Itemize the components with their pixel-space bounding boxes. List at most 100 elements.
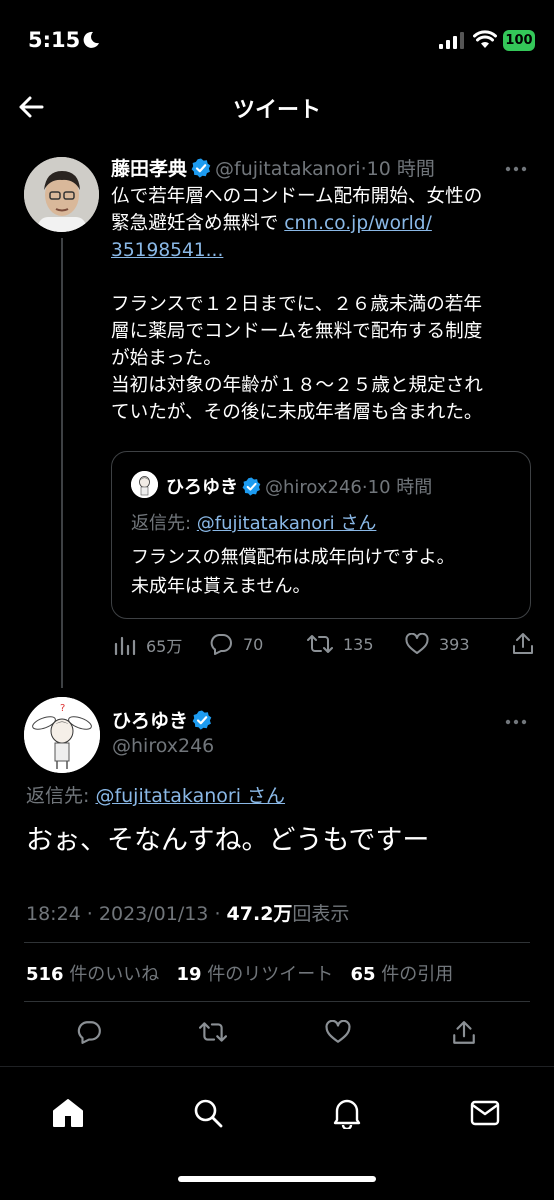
more-options-button[interactable] <box>505 711 527 730</box>
reply-bubble-icon <box>77 1021 101 1044</box>
retweet-icon <box>199 1022 227 1042</box>
tweet-time: 18:24 <box>26 903 81 925</box>
tweet-author-line: 藤田孝典 @fujitatakanori·10 時間 <box>111 154 435 181</box>
text-line: 緊急避妊含め無料で cnn.co.jp/world/ <box>111 210 536 237</box>
author-handle[interactable]: @hirox246 <box>112 735 214 757</box>
retweet-icon <box>307 635 333 653</box>
verified-badge-icon <box>192 710 212 730</box>
mail-icon <box>470 1100 500 1126</box>
text-line: 仏で若年層へのコンドーム配布開始、女性の <box>111 186 483 207</box>
text-span: 緊急避妊含め無料で <box>111 213 279 234</box>
bell-icon <box>333 1099 361 1131</box>
reply-button[interactable]: 70 <box>209 633 263 655</box>
tweet-date: 2023/01/13 <box>98 903 209 925</box>
heart-icon <box>325 1019 351 1043</box>
reply-bubble-icon <box>210 634 232 655</box>
quotes-stat[interactable]: 65 件の引用 <box>350 964 453 985</box>
avatar[interactable]: ? <box>24 697 100 773</box>
engagement-stats: 516 件のいいね 19 件のリツイート 65 件の引用 <box>26 960 453 986</box>
reply-label: 返信先: <box>26 785 96 807</box>
author-name[interactable]: ひろゆき <box>112 710 188 732</box>
likes-stat[interactable]: 516 件のいいね <box>26 964 159 985</box>
quoted-author-name: ひろゆき <box>166 477 238 498</box>
tab-home[interactable] <box>52 1098 84 1132</box>
analytics-icon <box>114 636 136 655</box>
article-link[interactable]: cnn.co.jp/world/ <box>284 213 432 234</box>
home-indicator <box>178 1176 376 1182</box>
views-button[interactable]: 65万 <box>114 633 182 657</box>
battery-indicator: 100 <box>503 30 535 51</box>
tweet-text: おぉ、そなんすね。どうもですー <box>26 825 430 856</box>
person-photo-icon <box>24 157 99 232</box>
reply-to-link[interactable]: @fujitatakanori さん <box>197 513 377 534</box>
status-time: 5:15 <box>28 28 81 52</box>
tweet-author-line: ひろゆき <box>112 706 216 733</box>
views-label: 回表示 <box>292 903 350 925</box>
text-line: ていたが、その後に未成年者層も含まれた。 <box>111 402 483 423</box>
wifi-icon <box>473 30 497 48</box>
author-handle[interactable]: @fujitatakanori <box>215 158 361 180</box>
quoted-time: 10 時間 <box>367 477 433 498</box>
text-line: フランスで１２日までに、２６歳未満の若年 <box>111 294 482 315</box>
text-line: が始まった。 <box>111 348 222 369</box>
quoted-reply-line: 返信先: @fujitatakanori さん <box>131 509 376 535</box>
likes-count: 516 <box>26 964 64 985</box>
svg-text:?: ? <box>60 703 65 714</box>
reply-count: 70 <box>243 634 264 654</box>
arrow-left-icon <box>19 96 44 118</box>
tab-search[interactable] <box>193 1098 223 1132</box>
reply-line: 返信先: @fujitatakanori さん <box>26 781 285 808</box>
text-line: 当初は対象の年齢が１８〜２５歳と規定され <box>111 375 483 396</box>
separator: · <box>208 903 227 925</box>
verified-badge-icon <box>242 477 261 496</box>
quoted-avatar <box>131 471 158 498</box>
share-button[interactable] <box>452 1020 476 1050</box>
likes-label: 件のいいね <box>69 964 160 985</box>
back-button[interactable] <box>16 92 50 122</box>
tweet-time[interactable]: 10 時間 <box>367 158 435 180</box>
text-line: 層に薬局でコンドームを無料で配布する制度 <box>111 321 483 342</box>
verified-badge-icon <box>191 158 211 178</box>
home-icon <box>53 1099 83 1127</box>
reply-label: 返信先: <box>131 513 197 534</box>
retweets-stat[interactable]: 19 件のリツイート <box>176 964 333 985</box>
avatar[interactable] <box>24 157 99 232</box>
tweet-text: 仏で若年層へのコンドーム配布開始、女性の 緊急避妊含め無料で cnn.co.jp… <box>111 183 536 426</box>
reply-button[interactable] <box>76 1020 102 1048</box>
quotes-label: 件の引用 <box>381 964 454 985</box>
text-line: 未成年は貰えません。 <box>131 576 311 597</box>
tab-messages[interactable] <box>470 1100 500 1130</box>
reply-to-link[interactable]: @fujitatakanori さん <box>95 785 285 807</box>
quoted-author-line: ひろゆき @hirox246·10 時間 <box>166 473 432 499</box>
heart-icon <box>405 633 429 654</box>
more-dots-icon <box>505 166 527 172</box>
separator: · <box>80 903 99 925</box>
thread-line <box>61 238 63 688</box>
retweet-button[interactable]: 135 <box>307 633 374 655</box>
article-link-cont[interactable]: 35198541... <box>111 240 223 261</box>
signal-icon <box>439 32 464 49</box>
quoted-author-handle: @hirox246 <box>265 477 362 498</box>
page-title: ツイート <box>232 98 321 123</box>
like-button[interactable]: 393 <box>405 633 470 655</box>
divider <box>24 942 530 943</box>
divider <box>24 1001 530 1002</box>
quotes-count: 65 <box>350 964 376 985</box>
moon-icon <box>83 31 99 48</box>
share-icon <box>453 1021 475 1044</box>
retweet-count: 135 <box>343 634 374 654</box>
more-options-button[interactable] <box>505 158 527 177</box>
author-name[interactable]: 藤田孝典 <box>111 158 187 180</box>
character-avatar-icon <box>131 471 158 498</box>
share-button[interactable] <box>512 632 534 656</box>
more-dots-icon <box>505 719 527 725</box>
like-count: 393 <box>439 634 470 654</box>
retweet-button[interactable] <box>199 1020 227 1048</box>
views-count: 65万 <box>146 637 183 656</box>
tab-notifications[interactable] <box>333 1097 361 1133</box>
quoted-text: フランスの無償配布は成年向けですよ。 未成年は貰えません。 <box>131 543 521 601</box>
character-avatar-icon: ? <box>24 697 100 773</box>
views-count[interactable]: 47.2万 <box>227 903 293 925</box>
like-button[interactable] <box>325 1019 351 1048</box>
search-icon <box>194 1099 223 1128</box>
